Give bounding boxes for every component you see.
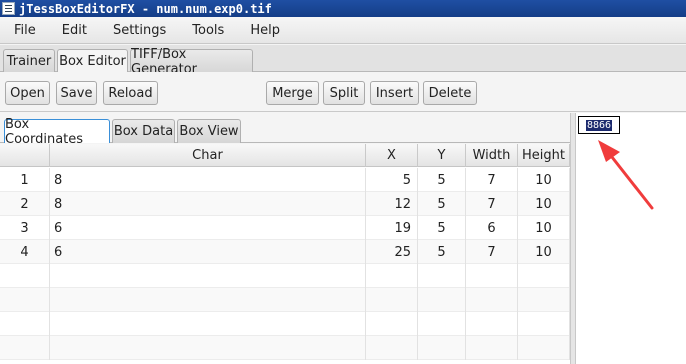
annotation-arrow-icon <box>598 140 654 210</box>
header-height[interactable]: Height <box>518 144 570 167</box>
empty-cell <box>50 312 366 336</box>
empty-cell <box>0 288 50 312</box>
tab-box-editor[interactable]: Box Editor <box>57 49 128 73</box>
title-bar: jTessBoxEditorFX - num.num.exp0.tif <box>0 0 686 17</box>
menu-tools[interactable]: Tools <box>179 23 237 38</box>
menu-bar: File Edit Settings Tools Help <box>0 17 686 44</box>
header-char[interactable]: Char <box>50 144 366 167</box>
empty-cell <box>418 288 466 312</box>
empty-cell <box>466 312 518 336</box>
cell-x[interactable]: 19 <box>366 216 418 240</box>
header-y[interactable]: Y <box>418 144 466 167</box>
cell-char[interactable]: 6 <box>50 216 366 240</box>
cell-char[interactable]: 8 <box>50 192 366 216</box>
delete-button[interactable]: Delete <box>423 81 477 105</box>
box-editor-left-panel: Box Coordinates Box Data Box View Char X… <box>0 113 570 364</box>
empty-cell <box>0 312 50 336</box>
save-button[interactable]: Save <box>56 81 97 105</box>
cell-x[interactable]: 5 <box>366 168 418 192</box>
box-coordinates-table: Char X Y Width Height 1 8 5 5 7 10 2 8 1… <box>0 144 570 364</box>
sub-tab-bar: Box Coordinates Box Data Box View <box>0 113 570 147</box>
menu-file[interactable]: File <box>0 23 49 38</box>
reload-button[interactable]: Reload <box>103 81 158 105</box>
app-icon <box>2 2 15 15</box>
tab-box-view[interactable]: Box View <box>177 119 241 143</box>
empty-cell <box>466 288 518 312</box>
empty-cell <box>418 336 466 360</box>
cell-char[interactable]: 8 <box>50 168 366 192</box>
cell-y[interactable]: 5 <box>418 192 466 216</box>
empty-cell <box>50 264 366 288</box>
cell-height[interactable]: 10 <box>518 240 570 264</box>
preview-text: 8866 <box>585 119 613 131</box>
cell-x[interactable]: 12 <box>366 192 418 216</box>
empty-cell <box>366 336 418 360</box>
row-index: 4 <box>0 240 50 264</box>
split-button[interactable]: Split <box>323 81 365 105</box>
header-width[interactable]: Width <box>466 144 518 167</box>
cell-x[interactable]: 25 <box>366 240 418 264</box>
cell-width[interactable]: 6 <box>466 216 518 240</box>
empty-table-row <box>0 288 570 312</box>
menu-settings[interactable]: Settings <box>100 23 179 38</box>
empty-cell <box>418 312 466 336</box>
toolbar: Open Save Reload Merge Split Insert Dele… <box>0 72 686 112</box>
table-row[interactable]: 1 8 5 5 7 10 <box>0 168 570 192</box>
row-index: 3 <box>0 216 50 240</box>
cell-char[interactable]: 6 <box>50 240 366 264</box>
empty-cell <box>50 336 366 360</box>
header-x[interactable]: X <box>366 144 418 167</box>
empty-cell <box>466 264 518 288</box>
empty-cell <box>50 288 366 312</box>
tab-box-data[interactable]: Box Data <box>112 119 175 143</box>
cell-height[interactable]: 10 <box>518 216 570 240</box>
empty-cell <box>518 288 570 312</box>
empty-cell <box>0 336 50 360</box>
menu-edit[interactable]: Edit <box>49 23 100 38</box>
main-tab-bar: Trainer Box Editor TIFF/Box Generator <box>0 45 686 77</box>
empty-cell <box>518 264 570 288</box>
table-header: Char X Y Width Height <box>0 144 570 167</box>
cell-y[interactable]: 5 <box>418 168 466 192</box>
tab-box-coordinates[interactable]: Box Coordinates <box>4 117 110 147</box>
header-index[interactable] <box>0 144 50 167</box>
empty-cell <box>418 264 466 288</box>
cell-width[interactable]: 7 <box>466 240 518 264</box>
tab-tiff-box-generator[interactable]: TIFF/Box Generator <box>130 47 253 77</box>
empty-table-row <box>0 312 570 336</box>
cell-height[interactable]: 10 <box>518 192 570 216</box>
empty-table-row <box>0 264 570 288</box>
cell-height[interactable]: 10 <box>518 168 570 192</box>
row-index: 1 <box>0 168 50 192</box>
empty-cell <box>0 264 50 288</box>
cell-width[interactable]: 7 <box>466 192 518 216</box>
window-title: jTessBoxEditorFX - num.num.exp0.tif <box>19 1 272 16</box>
box-image-preview[interactable]: 8866 <box>578 116 620 134</box>
empty-cell <box>518 312 570 336</box>
empty-table-row <box>0 336 570 360</box>
cell-width[interactable]: 7 <box>466 168 518 192</box>
empty-cell <box>466 336 518 360</box>
tab-trainer[interactable]: Trainer <box>3 49 55 73</box>
table-row[interactable]: 4 6 25 5 7 10 <box>0 240 570 264</box>
cell-y[interactable]: 5 <box>418 240 466 264</box>
empty-cell <box>366 288 418 312</box>
menu-help[interactable]: Help <box>237 23 293 38</box>
empty-cell <box>518 336 570 360</box>
open-button[interactable]: Open <box>5 81 50 105</box>
table-row[interactable]: 3 6 19 5 6 10 <box>0 216 570 240</box>
row-index: 2 <box>0 192 50 216</box>
empty-cell <box>366 264 418 288</box>
table-row[interactable]: 2 8 12 5 7 10 <box>0 192 570 216</box>
merge-button[interactable]: Merge <box>266 81 319 105</box>
cell-y[interactable]: 5 <box>418 216 466 240</box>
insert-button[interactable]: Insert <box>370 81 419 105</box>
empty-cell <box>366 312 418 336</box>
